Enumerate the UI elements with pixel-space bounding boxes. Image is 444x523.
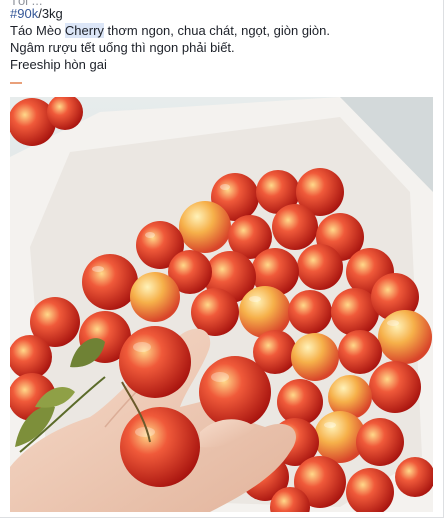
photo-illustration (10, 97, 433, 512)
description-part-2: thơm ngon, chua chát, ngọt, giòn giòn. (103, 23, 331, 38)
see-more-dash[interactable] (10, 82, 22, 84)
apples-in-box-photo[interactable] (10, 97, 433, 512)
shipping-line: Freeship hòn gai (10, 57, 107, 72)
post-footer-divider (0, 517, 444, 523)
price-line: #90k/3kg (10, 5, 330, 22)
facebook-post: Tôi ... #90k/3kg Táo Mèo Cherry thơm ngo… (0, 0, 444, 523)
post-body: #90k/3kg Táo Mèo Cherry thơm ngon, chua … (10, 5, 330, 73)
price-suffix: /3kg (38, 6, 63, 21)
soak-line: Ngâm rượu tết uống thì ngon phải biết. (10, 40, 235, 55)
hashtag-link[interactable]: #90k (10, 6, 38, 21)
description-part-1: Táo Mèo (10, 23, 65, 38)
description-line: Táo Mèo Cherry thơm ngon, chua chát, ngọ… (10, 22, 330, 39)
highlighted-word: Cherry (64, 23, 104, 38)
